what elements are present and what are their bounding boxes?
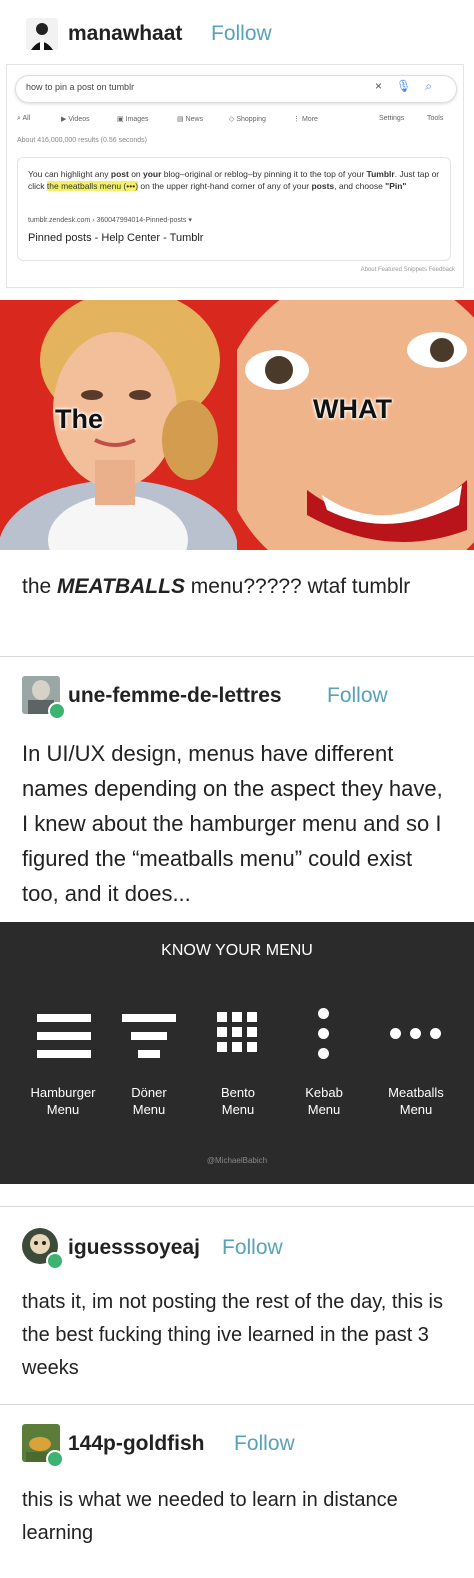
woman-face-right (237, 300, 474, 550)
divider (0, 1206, 474, 1207)
search-icon: ⌕ (425, 79, 446, 93)
meatballs-icon (390, 1028, 442, 1039)
meme-caption-right: WHAT (313, 394, 392, 424)
snippet-footer: About Featured Snippets Feedback (360, 267, 455, 273)
post-text: this is what we needed to learn in dista… (22, 1489, 398, 1544)
tab-news: ▤ News (177, 116, 204, 123)
username[interactable]: iguesssoyeaj (68, 1236, 200, 1260)
menu-label-bento: Bento Menu (221, 1085, 255, 1117)
follow-button[interactable]: Follow (327, 684, 388, 708)
post-text: thats it, im not posting the rest of the… (22, 1291, 443, 1379)
post-header-iguesssoyeaj: iguesssoyeaj Follow (0, 1228, 474, 1270)
avatar[interactable] (26, 18, 58, 50)
tab-all: ⌕ All (17, 115, 31, 122)
tab-shopping: ◇ Shopping (229, 116, 266, 123)
username[interactable]: 144p-goldfish (68, 1432, 205, 1456)
tab-videos: ▶ Videos (61, 116, 90, 123)
search-query: how to pin a post on tumblr (26, 82, 135, 92)
menu-label-kebab: Kebab Menu (305, 1085, 343, 1117)
post-header-144p-goldfish: 144p-goldfish Follow (0, 1424, 474, 1468)
bento-icon (217, 1012, 259, 1054)
search-bar-icons: ×🎙⌕ (375, 79, 446, 94)
search-bar: how to pin a post on tumblr ×🎙⌕ (15, 75, 457, 103)
divider (0, 656, 474, 657)
result-url: tumblr.zendesk.com › 360047994014-Pinned… (28, 217, 192, 224)
post-text: the MEATBALLS menu????? wtaf tumblr (22, 575, 411, 598)
google-search-screenshot: how to pin a post on tumblr ×🎙⌕ ⌕ All ▶ … (6, 64, 464, 288)
menu-label-doner: Döner Menu (131, 1085, 167, 1117)
follow-button[interactable]: Follow (222, 1236, 283, 1260)
reblog-icon (48, 702, 66, 720)
meme-caption-left: The (55, 404, 104, 434)
menu-label-meatballs: Meatballs Menu (388, 1085, 444, 1117)
kebab-icon (318, 1008, 329, 1062)
post-text: In UI/UX design, menus have different na… (22, 741, 443, 906)
tab-settings: Settings (379, 115, 405, 122)
snippet-text: You can highlight any post on your blog–… (28, 169, 440, 191)
follow-button[interactable]: Follow (211, 22, 272, 46)
featured-snippet: You can highlight any post on your blog–… (17, 157, 451, 261)
mic-icon: 🎙 (396, 79, 426, 93)
know-your-menu-graphic: KNOW YOUR MENU Hamburger Menu Döner Menu B… (0, 922, 474, 1184)
follow-button[interactable]: Follow (234, 1432, 295, 1456)
menu-label-hamburger: Hamburger Menu (30, 1085, 96, 1117)
reblog-icon (46, 1450, 64, 1468)
graphic-credit: @MichaelBabich (206, 1156, 268, 1165)
reblog-icon (46, 1252, 64, 1270)
post-header-manawhaat: manawhaat Follow (0, 16, 474, 56)
username[interactable]: une-femme-de-lettres (68, 684, 282, 708)
divider (0, 1404, 474, 1405)
tab-more: ⋮ More (293, 116, 318, 123)
meme-right-panel: WHAT (237, 300, 474, 550)
result-count: About 416,000,000 results (0.56 seconds) (17, 137, 147, 144)
close-icon: × (375, 79, 397, 93)
tab-images: ▣ Images (117, 116, 149, 123)
hamburger-icon (37, 1014, 91, 1058)
tab-tools: Tools (427, 115, 444, 122)
meme-image: The WHAT (0, 300, 474, 550)
username[interactable]: manawhaat (68, 22, 182, 46)
woman-face-left (0, 300, 237, 550)
doner-icon (122, 1014, 176, 1058)
meme-left-panel: The (0, 300, 237, 550)
result-title[interactable]: Pinned posts - Help Center - Tumblr (28, 232, 203, 244)
post-header-une-femme-de-lettres: une-femme-de-lettres Follow (0, 676, 474, 720)
avatar-image (26, 18, 58, 50)
graphic-title: KNOW YOUR MENU (161, 942, 313, 959)
